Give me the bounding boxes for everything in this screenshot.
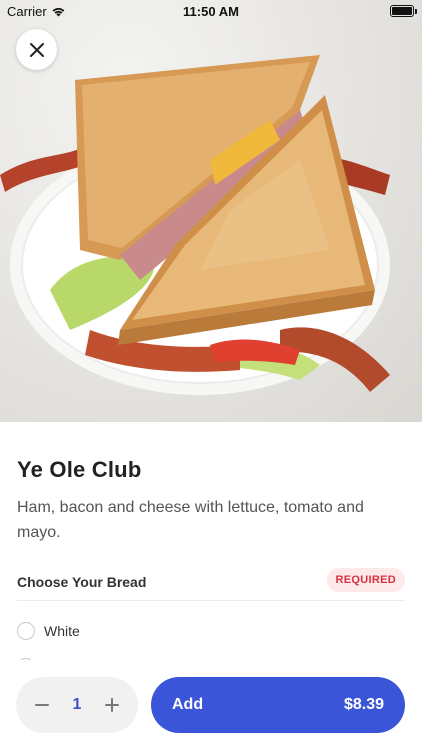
- status-bar: Carrier 11:50 AM: [0, 0, 422, 22]
- item-title: Ye Ole Club: [17, 457, 142, 482]
- add-to-cart-button[interactable]: Add $8.39: [151, 677, 405, 733]
- required-badge: REQUIRED: [326, 568, 405, 592]
- add-price: $8.39: [343, 696, 384, 713]
- item-photo: [0, 0, 422, 422]
- option-label: White: [44, 623, 80, 639]
- item-description: Ham, bacon and cheese with lettuce, toma…: [17, 499, 364, 541]
- quantity-value: 1: [72, 696, 82, 713]
- sandwich-image: [0, 55, 390, 395]
- close-icon: [29, 42, 44, 57]
- decrement-button[interactable]: [32, 695, 52, 715]
- minus-icon: [35, 704, 49, 706]
- plus-icon: [105, 698, 119, 712]
- add-label: Add: [172, 696, 204, 713]
- radio-button[interactable]: [17, 622, 35, 640]
- section-title: Choose Your Bread: [17, 574, 147, 590]
- increment-button[interactable]: [102, 695, 122, 715]
- battery-icon: [390, 5, 417, 17]
- close-button[interactable]: [16, 29, 57, 70]
- option-section-header: Choose Your Bread REQUIRED: [17, 568, 405, 601]
- quantity-stepper: 1: [16, 677, 138, 733]
- order-bar: 1 Add $8.39: [0, 660, 422, 750]
- option-white[interactable]: White: [17, 620, 80, 642]
- status-time: 11:50 AM: [183, 4, 239, 19]
